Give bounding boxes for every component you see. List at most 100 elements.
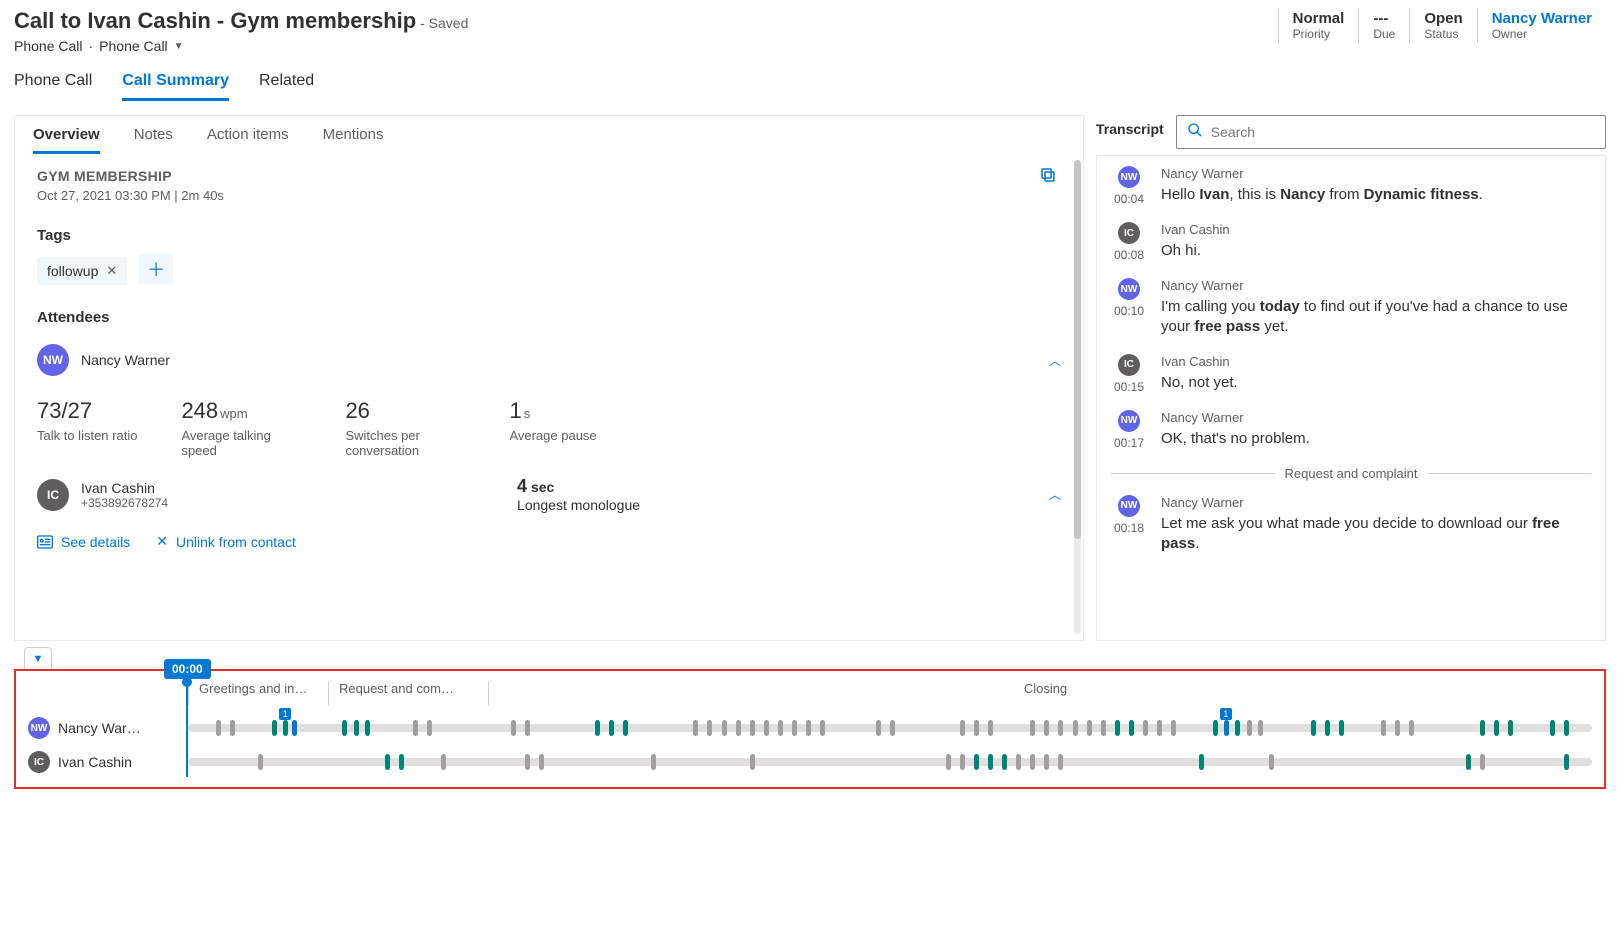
tag-remove-icon[interactable]: ✕: [106, 263, 117, 279]
waveform-tick: [792, 720, 797, 736]
avatar: NW: [1118, 410, 1140, 432]
subtab-notes[interactable]: Notes: [134, 126, 173, 154]
attendees-heading: Attendees: [37, 309, 1061, 326]
speaker-name: Nancy Warner: [1161, 410, 1310, 425]
waveform-tick: [1339, 720, 1344, 736]
info-status[interactable]: Open Status: [1409, 8, 1476, 43]
waveform-tick: [1016, 754, 1021, 770]
waveform-tick: [1199, 754, 1204, 770]
waveform-tick: [1087, 720, 1092, 736]
transcript-divider: Request and complaint: [1111, 466, 1591, 481]
tab-call-summary[interactable]: Call Summary: [122, 72, 229, 101]
waveform-tick: [427, 720, 432, 736]
avatar: IC: [1118, 354, 1140, 376]
speaker-name: Nancy Warner: [1161, 166, 1483, 181]
waveform-tick: [1213, 720, 1218, 736]
close-icon: ✕: [156, 533, 168, 550]
avatar: NW: [1118, 495, 1140, 517]
stat-value: 1: [509, 398, 521, 423]
transcript-row[interactable]: NW 00:04 Nancy Warner Hello Ivan, this i…: [1111, 166, 1591, 206]
waveform-tick: [230, 720, 235, 736]
stat-unit: wpm: [220, 406, 247, 421]
chevron-down-icon[interactable]: ▼: [174, 41, 184, 52]
priority-value: Normal: [1293, 10, 1345, 27]
collapse-icon[interactable]: ︿: [1049, 486, 1061, 503]
info-owner[interactable]: Nancy Warner Owner: [1477, 8, 1606, 43]
tag-chip-followup[interactable]: followup ✕: [37, 257, 127, 285]
waveform-tick: [707, 720, 712, 736]
waveform-tick: [342, 720, 347, 736]
timeline-region: 00:00 Greetings and in… Request and com……: [14, 669, 1606, 789]
page-title-block: Call to Ivan Cashin - Gym membership - S…: [14, 8, 468, 54]
waveform-tick: [1171, 720, 1176, 736]
attendee-nancy[interactable]: NW Nancy Warner ︿: [37, 336, 1061, 384]
subtab-mentions[interactable]: Mentions: [323, 126, 384, 154]
transcript-row[interactable]: IC 00:08 Ivan Cashin Oh hi.: [1111, 222, 1591, 262]
stat-talk-ratio: 73/27 Talk to listen ratio: [37, 398, 137, 458]
waveform-tick: [413, 720, 418, 736]
waveform-tick: [539, 754, 544, 770]
attendee-ivan[interactable]: IC Ivan Cashin +353892678274 4 sec Longe…: [37, 476, 1061, 513]
info-due[interactable]: --- Due: [1358, 8, 1409, 43]
waveform-tick: [1073, 720, 1078, 736]
add-tag-button[interactable]: ＋: [139, 254, 173, 284]
search-input[interactable]: [1211, 124, 1595, 140]
timeline-expand-button[interactable]: ▼: [24, 647, 52, 669]
transcript-search[interactable]: [1176, 115, 1606, 149]
stat-caption: Longest monologue: [517, 497, 640, 513]
timeline-marker[interactable]: 1: [279, 708, 291, 720]
breadcrumb-entity: Phone Call: [14, 38, 83, 54]
waveform-tick: [1058, 754, 1063, 770]
saved-indicator: - Saved: [420, 15, 468, 31]
tab-related[interactable]: Related: [259, 72, 314, 101]
waveform-tick: [1247, 720, 1252, 736]
stat-wpm: 248wpm Average talking speed: [181, 398, 301, 458]
transcript-row[interactable]: NW 00:10 Nancy Warner I'm calling you to…: [1111, 278, 1591, 338]
stat-value: 4: [517, 476, 527, 496]
waveform-tick: [1129, 720, 1134, 736]
timeline-marker[interactable]: 1: [1220, 708, 1232, 720]
segment-request[interactable]: Request and com…: [328, 681, 488, 705]
collapse-icon[interactable]: ︿: [1049, 352, 1061, 369]
audio-track[interactable]: 11: [188, 724, 1592, 732]
audio-track[interactable]: [188, 758, 1592, 766]
breadcrumb-sep: ·: [89, 38, 94, 54]
stat-value: 248: [181, 398, 218, 423]
owner-value: Nancy Warner: [1492, 10, 1592, 27]
subtab-overview[interactable]: Overview: [33, 126, 100, 154]
transcript-panel: Transcript NW 00:04 Nancy Warner Hello I…: [1096, 115, 1606, 641]
waveform-tick: [1269, 754, 1274, 770]
tab-phone-call[interactable]: Phone Call: [14, 72, 92, 101]
details-icon: [37, 535, 53, 549]
waveform-tick: [960, 720, 965, 736]
see-details-button[interactable]: See details: [37, 533, 130, 550]
waveform-tick: [974, 720, 979, 736]
speaker-name: Ivan Cashin: [1161, 222, 1230, 237]
waveform-tick: [385, 754, 390, 770]
waveform-tick: [960, 754, 965, 770]
copy-icon[interactable]: [1039, 166, 1057, 184]
timeline-segments: Greetings and in… Request and com… Closi…: [188, 681, 1592, 705]
track-label: Ivan Cashin: [58, 754, 132, 770]
transcript-tab[interactable]: Transcript: [1096, 121, 1164, 143]
transcript-row[interactable]: IC 00:15 Ivan Cashin No, not yet.: [1111, 354, 1591, 394]
owner-label: Owner: [1492, 27, 1592, 41]
segment-greetings[interactable]: Greetings and in…: [188, 681, 328, 705]
waveform-tick: [1044, 754, 1049, 770]
page-title: Call to Ivan Cashin - Gym membership: [14, 8, 416, 33]
breadcrumb[interactable]: Phone Call · Phone Call ▼: [14, 38, 468, 54]
info-priority[interactable]: Normal Priority: [1278, 8, 1359, 43]
transcript-row[interactable]: NW 00:18 Nancy Warner Let me ask you wha…: [1111, 495, 1591, 555]
waveform-tick: [609, 720, 614, 736]
transcript-row[interactable]: NW 00:17 Nancy Warner OK, that's no prob…: [1111, 410, 1591, 450]
track-nancy: NW Nancy War… 11: [28, 717, 1592, 739]
unlink-button[interactable]: ✕ Unlink from contact: [156, 533, 296, 550]
subtab-action-items[interactable]: Action items: [207, 126, 289, 154]
avatar-nw: NW: [37, 344, 69, 376]
waveform-tick: [511, 720, 516, 736]
overview-scrollbar[interactable]: [1074, 160, 1081, 634]
waveform-tick: [1115, 720, 1120, 736]
waveform-tick: [988, 720, 993, 736]
waveform-tick: [216, 720, 221, 736]
segment-closing[interactable]: Closing: [488, 681, 1592, 705]
